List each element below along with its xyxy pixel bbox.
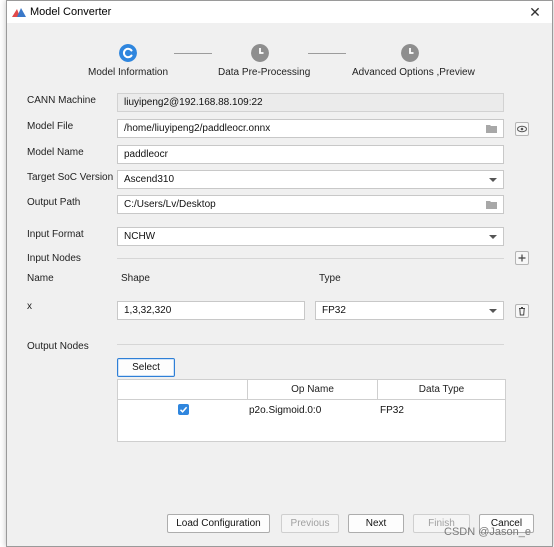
input-nodes-header-type: Type bbox=[319, 273, 341, 284]
target-soc-select[interactable]: Ascend310 bbox=[117, 170, 504, 189]
load-configuration-button[interactable]: Load Configuration bbox=[167, 514, 270, 533]
output-node-op-name: p2o.Sigmoid.0:0 bbox=[249, 405, 322, 416]
chevron-down-icon bbox=[489, 309, 497, 313]
input-nodes-header-shape: Shape bbox=[121, 273, 150, 284]
model-name-input[interactable]: paddleocr bbox=[117, 145, 504, 164]
divider bbox=[117, 258, 504, 259]
output-path-label: Output Path bbox=[27, 197, 81, 208]
table-header-checkbox bbox=[118, 380, 248, 400]
step-label-data-preprocessing[interactable]: Data Pre-Processing bbox=[218, 67, 310, 78]
step-pending-icon bbox=[251, 44, 269, 62]
close-button[interactable]: ✕ bbox=[525, 3, 545, 21]
step-label-advanced-options[interactable]: Advanced Options ,Preview bbox=[352, 67, 475, 78]
output-node-checkbox[interactable] bbox=[178, 404, 189, 415]
chevron-down-icon bbox=[489, 235, 497, 239]
input-nodes-header-name: Name bbox=[27, 273, 54, 284]
input-nodes-label: Input Nodes bbox=[27, 253, 81, 264]
target-soc-label: Target SoC Version bbox=[27, 172, 114, 183]
plus-icon bbox=[518, 254, 526, 262]
folder-icon[interactable] bbox=[486, 124, 497, 133]
output-path-value: C:/Users/Lv/Desktop bbox=[124, 199, 216, 210]
model-name-label: Model Name bbox=[27, 147, 84, 158]
input-node-name: x bbox=[27, 301, 32, 312]
chevron-down-icon bbox=[489, 178, 497, 182]
output-nodes-label: Output Nodes bbox=[27, 341, 89, 352]
cann-machine-field: liuyipeng2@192.168.88.109:22 bbox=[117, 93, 504, 112]
previous-button[interactable]: Previous bbox=[281, 514, 339, 533]
table-header-data-type[interactable]: Data Type bbox=[378, 380, 505, 400]
output-nodes-table: Op Name Data Type p2o.Sigmoid.0:0 FP32 bbox=[117, 379, 506, 442]
add-input-node-button[interactable] bbox=[515, 251, 529, 265]
input-format-value: NCHW bbox=[124, 231, 156, 242]
folder-icon[interactable] bbox=[486, 200, 497, 209]
output-node-data-type: FP32 bbox=[380, 405, 404, 416]
step-pending-icon bbox=[401, 44, 419, 62]
input-node-shape-input[interactable]: 1,3,32,320 bbox=[117, 301, 305, 320]
model-file-label: Model File bbox=[27, 121, 74, 132]
step-active-icon bbox=[119, 44, 137, 62]
close-icon: ✕ bbox=[529, 4, 541, 20]
input-format-label: Input Format bbox=[27, 229, 84, 240]
model-file-value: /home/liuyipeng2/paddleocr.onnx bbox=[124, 123, 271, 134]
trash-icon bbox=[519, 307, 525, 316]
model-converter-dialog: Model Converter ✕ Model Information Data… bbox=[6, 0, 553, 547]
table-header-op-name[interactable]: Op Name bbox=[248, 380, 378, 400]
target-soc-value: Ascend310 bbox=[124, 174, 175, 185]
eye-icon bbox=[517, 125, 527, 133]
step-label-model-information[interactable]: Model Information bbox=[88, 67, 168, 78]
step-connector bbox=[174, 53, 212, 54]
dialog-title: Model Converter bbox=[30, 6, 112, 18]
input-format-select[interactable]: NCHW bbox=[117, 227, 504, 246]
input-node-type-value: FP32 bbox=[322, 305, 346, 316]
divider bbox=[117, 344, 504, 345]
app-logo-icon bbox=[12, 8, 26, 17]
model-file-field[interactable]: /home/liuyipeng2/paddleocr.onnx bbox=[117, 119, 504, 138]
next-button[interactable]: Next bbox=[348, 514, 404, 533]
cann-machine-label: CANN Machine bbox=[27, 95, 96, 106]
select-output-nodes-button[interactable]: Select bbox=[117, 358, 175, 377]
title-bar: Model Converter ✕ bbox=[7, 1, 552, 23]
step-connector bbox=[308, 53, 346, 54]
preview-model-button[interactable] bbox=[515, 122, 529, 136]
checkmark-icon bbox=[179, 406, 188, 413]
delete-input-node-button[interactable] bbox=[515, 304, 529, 318]
input-node-type-select[interactable]: FP32 bbox=[315, 301, 504, 320]
watermark: CSDN @Jason_e bbox=[444, 526, 531, 538]
output-path-field[interactable]: C:/Users/Lv/Desktop bbox=[117, 195, 504, 214]
